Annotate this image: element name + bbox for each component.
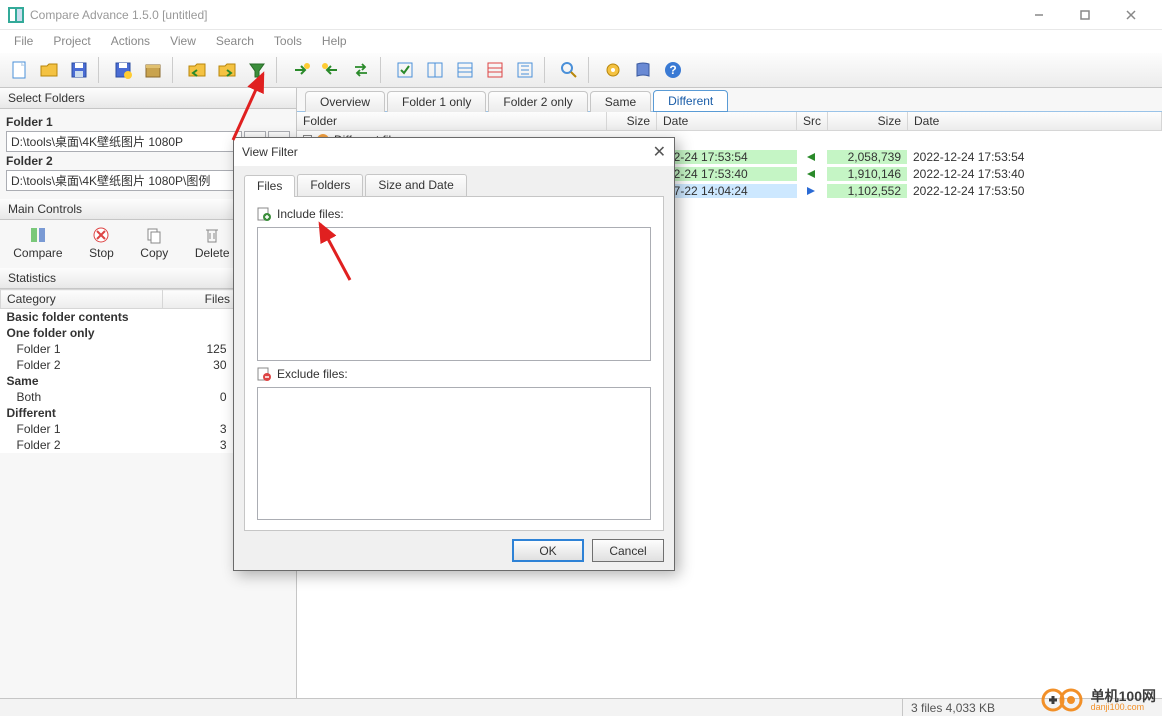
view-list-icon[interactable] (452, 57, 478, 83)
select-folders-header: Select Folders (0, 88, 296, 109)
dialog-close-button[interactable]: ✕ (653, 142, 666, 162)
minimize-button[interactable] (1016, 0, 1062, 30)
maximize-button[interactable] (1062, 0, 1108, 30)
archive-icon[interactable] (140, 57, 166, 83)
watermark-url: danji100.com (1091, 703, 1156, 712)
menu-search[interactable]: Search (206, 32, 264, 50)
dialog-tabs: Files Folders Size and Date (244, 174, 664, 196)
tab-folder2only[interactable]: Folder 2 only (488, 91, 587, 112)
cancel-button[interactable]: Cancel (592, 539, 664, 562)
dialog-title: View Filter (242, 145, 653, 159)
toolbar: ? (0, 52, 1162, 88)
watermark: 单机100网 danji100.com (1041, 686, 1156, 714)
dialog-titlebar: View Filter ✕ (234, 138, 674, 166)
save-icon[interactable] (66, 57, 92, 83)
exclude-textarea[interactable] (257, 387, 651, 521)
filter-icon[interactable] (244, 57, 270, 83)
copy-button[interactable]: Copy (136, 224, 172, 262)
statusbar: 3 files 4,033 KB (0, 698, 1162, 716)
folder-left-icon[interactable] (184, 57, 210, 83)
help-icon[interactable]: ? (660, 57, 686, 83)
tab-different[interactable]: Different (653, 90, 728, 112)
menu-file[interactable]: File (4, 32, 43, 50)
col-date2[interactable]: Date (908, 112, 1162, 130)
file-columns-header: Folder Size Date Src Size Date (297, 112, 1162, 131)
exclude-label: Exclude files: (257, 367, 651, 381)
menu-view[interactable]: View (160, 32, 206, 50)
stats-col-files[interactable]: Files (163, 290, 237, 309)
arrow-left-icon (797, 168, 827, 180)
menu-help[interactable]: Help (312, 32, 357, 50)
sync-left-icon[interactable] (318, 57, 344, 83)
include-icon (257, 207, 271, 221)
arrow-right-icon (797, 185, 827, 197)
svg-text:?: ? (669, 63, 676, 77)
menu-project[interactable]: Project (43, 32, 100, 50)
col-folder[interactable]: Folder (297, 112, 607, 130)
watermark-name: 单机100网 (1091, 689, 1156, 703)
col-src[interactable]: Src (797, 112, 828, 130)
stop-button[interactable]: Stop (85, 224, 118, 262)
include-textarea[interactable] (257, 227, 651, 361)
folder2-input[interactable] (6, 170, 242, 191)
sync-both-icon[interactable] (348, 57, 374, 83)
new-icon[interactable] (6, 57, 32, 83)
dialog-tab-folders[interactable]: Folders (297, 174, 363, 196)
close-button[interactable] (1108, 0, 1154, 30)
include-label: Include files: (257, 207, 651, 221)
arrow-left-icon (797, 151, 827, 163)
window-title: Compare Advance 1.5.0 [untitled] (30, 8, 1016, 22)
tab-overview[interactable]: Overview (305, 91, 385, 112)
delete-button[interactable]: Delete (191, 224, 234, 262)
view-check-icon[interactable] (392, 57, 418, 83)
col-date1[interactable]: Date (657, 112, 797, 130)
save-as-icon[interactable] (110, 57, 136, 83)
app-icon (8, 7, 24, 23)
search-icon[interactable] (556, 57, 582, 83)
dialog-tab-files[interactable]: Files (244, 175, 295, 197)
folder1-label: Folder 1 (6, 115, 290, 129)
tab-same[interactable]: Same (590, 91, 651, 112)
titlebar: Compare Advance 1.5.0 [untitled] (0, 0, 1162, 30)
view-panes-icon[interactable] (422, 57, 448, 83)
compare-button[interactable]: Compare (9, 224, 66, 262)
watermark-logo (1041, 686, 1087, 714)
view-audit-icon[interactable] (482, 57, 508, 83)
folder-right-icon[interactable] (214, 57, 240, 83)
book-icon[interactable] (630, 57, 656, 83)
folder1-input[interactable] (6, 131, 242, 152)
view-detail-icon[interactable] (512, 57, 538, 83)
compare-tabs: Overview Folder 1 only Folder 2 only Sam… (297, 88, 1162, 112)
menu-actions[interactable]: Actions (101, 32, 160, 50)
col-size1[interactable]: Size (607, 112, 657, 130)
sync-right-icon[interactable] (288, 57, 314, 83)
col-size2[interactable]: Size (828, 112, 908, 130)
menubar: File Project Actions View Search Tools H… (0, 30, 1162, 52)
view-filter-dialog: View Filter ✕ Files Folders Size and Dat… (233, 137, 675, 571)
tab-folder1only[interactable]: Folder 1 only (387, 91, 486, 112)
menu-tools[interactable]: Tools (264, 32, 312, 50)
dialog-tab-sizedate[interactable]: Size and Date (365, 174, 466, 196)
stats-col-category[interactable]: Category (1, 290, 163, 309)
gear-icon[interactable] (600, 57, 626, 83)
ok-button[interactable]: OK (512, 539, 584, 562)
open-icon[interactable] (36, 57, 62, 83)
exclude-icon (257, 367, 271, 381)
